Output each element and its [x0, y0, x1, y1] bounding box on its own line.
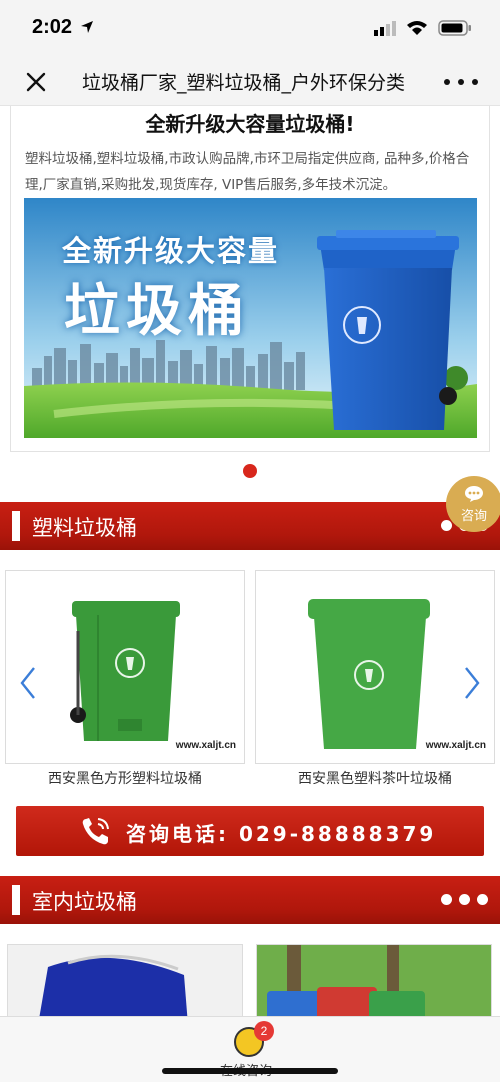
- status-bar: 2:02: [0, 0, 500, 58]
- product-card[interactable]: [256, 944, 492, 1024]
- consult-button[interactable]: 咨询: [446, 476, 500, 532]
- section-title: 塑料垃圾桶: [32, 516, 137, 540]
- signal-icon: [374, 21, 396, 36]
- nav-bar: 垃圾桶厂家_塑料垃圾桶_户外环保分类: [0, 58, 500, 106]
- close-icon[interactable]: [20, 66, 52, 98]
- product-watermark: www.xaljt.cn: [425, 740, 486, 751]
- section-header-plastic: 塑料垃圾桶: [0, 502, 500, 550]
- more-dot: [459, 894, 470, 905]
- consult-label: 咨询: [460, 509, 487, 524]
- notification-badge: 2: [254, 1021, 274, 1041]
- product-watermark: www.xaljt.cn: [175, 740, 236, 751]
- location-arrow-icon: [81, 21, 93, 33]
- more-dot: [441, 894, 452, 905]
- chat-bubble-icon: [465, 486, 483, 502]
- phone-number: 咨询电话: 029-88888379: [126, 822, 437, 846]
- product-card[interactable]: www.xaljt.cn: [255, 570, 495, 764]
- home-indicator: [162, 1068, 338, 1074]
- status-time: 2:02: [32, 16, 73, 38]
- banner-description: 塑料垃圾桶,塑料垃圾桶,市政认购品牌,市环卫局指定供应商, 品种多,价格合理,厂…: [25, 151, 470, 193]
- carousel-dot[interactable]: [243, 464, 257, 478]
- section-marker: [12, 885, 20, 915]
- section-more-button[interactable]: [441, 894, 488, 905]
- banner-card: 全新升级大容量垃圾桶! 塑料垃圾桶,塑料垃圾桶,市政认购品牌,市环卫局指定供应商…: [10, 106, 490, 452]
- title-fade: [404, 62, 434, 102]
- outdoor-bins-image: [257, 945, 491, 1023]
- battery-icon: [438, 20, 471, 36]
- banner-image[interactable]: 全新升级大容量 垃圾桶: [24, 198, 477, 438]
- chevron-left-icon[interactable]: [18, 666, 38, 700]
- more-dot: [472, 79, 478, 85]
- more-dot: [444, 79, 450, 85]
- more-dot: [477, 894, 488, 905]
- chevron-right-icon[interactable]: [462, 666, 482, 700]
- banner-image-line2: 垃圾桶: [64, 279, 250, 344]
- more-dot: [458, 79, 464, 85]
- wifi-icon: [407, 21, 427, 35]
- blue-bin-image: [8, 945, 242, 1023]
- section-header-indoor: 室内垃圾桶: [0, 876, 500, 924]
- page-title: 垃圾桶厂家_塑料垃圾桶_户外环保分类: [82, 72, 406, 94]
- banner-image-line1: 全新升级大容量: [62, 234, 280, 268]
- section-title: 室内垃圾桶: [32, 890, 137, 914]
- product-name[interactable]: 西安黑色方形塑料垃圾桶: [5, 768, 245, 788]
- phone-icon: [82, 818, 109, 845]
- product-card[interactable]: [7, 944, 243, 1024]
- green-bin-image: [70, 601, 180, 741]
- phone-consult-button[interactable]: 咨询电话: 029-88888379: [16, 806, 484, 856]
- banner-heading: 全新升级大容量垃圾桶!: [145, 112, 355, 136]
- section-marker: [12, 511, 20, 541]
- status-icons: [374, 20, 472, 36]
- product-name[interactable]: 西安黑色塑料茶叶垃圾桶: [255, 768, 495, 788]
- green-bin-image: [308, 599, 430, 749]
- product-card[interactable]: www.xaljt.cn: [5, 570, 245, 764]
- more-menu-button[interactable]: [444, 66, 478, 98]
- blue-bin-illustration: [317, 230, 459, 430]
